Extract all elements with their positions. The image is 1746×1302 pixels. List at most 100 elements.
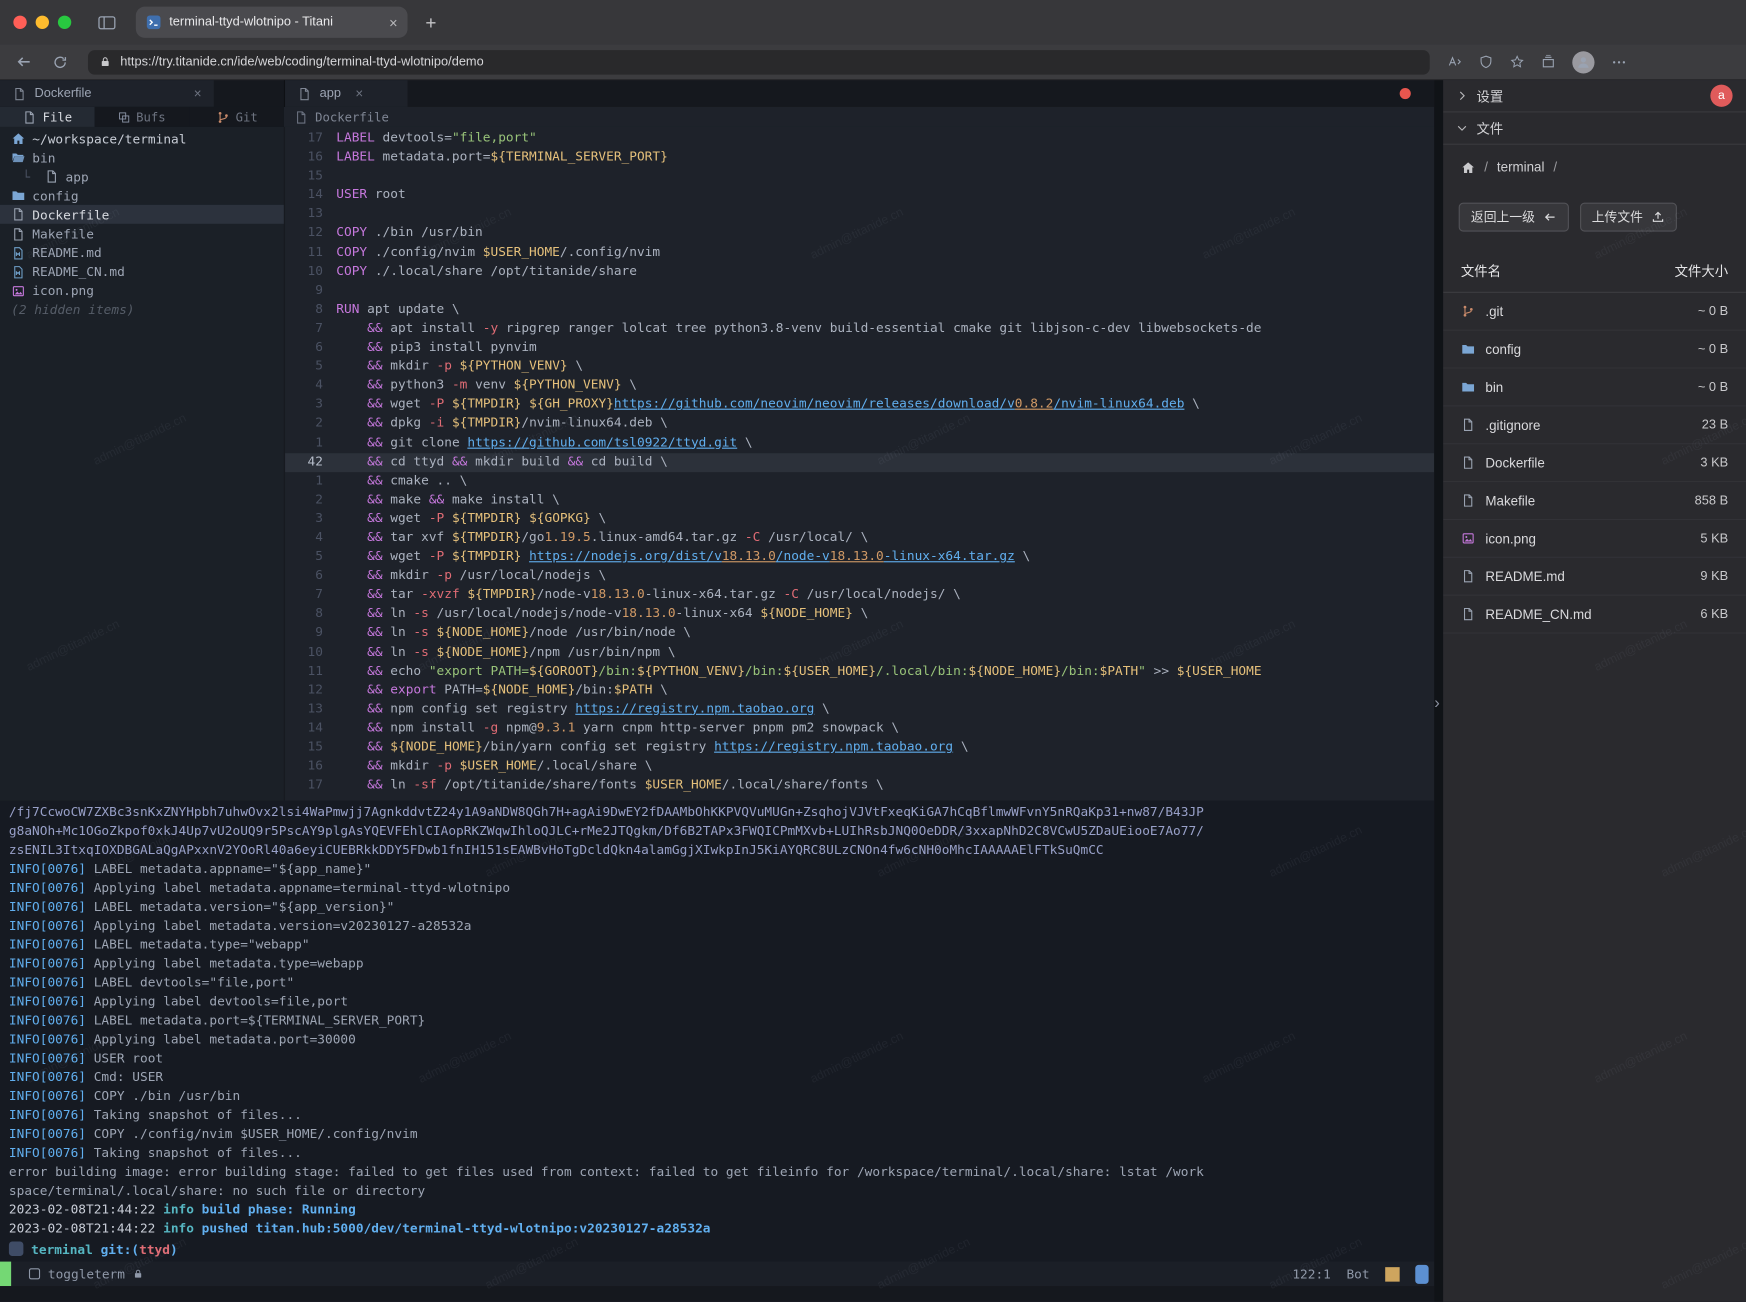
text-segment: /usr/local/nodejs \: [452, 567, 606, 583]
editor-line[interactable]: 14USER root: [285, 186, 1434, 205]
editor-line[interactable]: 7 && tar -xvzf ${TMPDIR}/node-v18.13.0-l…: [285, 586, 1434, 605]
editor-line[interactable]: 4 && tar xvf ${TMPDIR}/go1.19.5.linux-am…: [285, 529, 1434, 548]
tab-close-icon[interactable]: ×: [389, 15, 397, 29]
text-segment: [336, 453, 367, 469]
editor-line[interactable]: 1 && git clone https://github.com/tsl092…: [285, 434, 1434, 453]
editor-line[interactable]: 11COPY ./config/nvim $USER_HOME/.config/…: [285, 243, 1434, 262]
editor-line[interactable]: 12COPY ./bin /usr/bin: [285, 224, 1434, 243]
table-row[interactable]: .gitignore23 B: [1443, 406, 1746, 444]
table-row[interactable]: Makefile858 B: [1443, 482, 1746, 520]
editor-line[interactable]: 9 && ln -s ${NODE_HOME}/node /usr/bin/no…: [285, 624, 1434, 643]
breadcrumb-folder[interactable]: terminal: [1497, 159, 1545, 175]
editor-line[interactable]: 15: [285, 167, 1434, 186]
explorer-tab-file[interactable]: File: [0, 107, 95, 127]
editor-line[interactable]: 4 && python3 -m venv ${PYTHON_VENV} \: [285, 377, 1434, 396]
text-segment: pip3 install pynvim: [383, 339, 537, 355]
editor-line[interactable]: 5 && mkdir -p ${PYTHON_VENV} \: [285, 358, 1434, 377]
home-icon[interactable]: [1461, 160, 1475, 174]
tree-item[interactable]: Dockerfile: [0, 205, 284, 224]
upload-file-button[interactable]: 上传文件: [1579, 203, 1676, 232]
panel-divider[interactable]: ›: [1434, 80, 1443, 1302]
files-section-header[interactable]: 文件: [1443, 112, 1746, 144]
table-row[interactable]: .git~ 0 B: [1443, 293, 1746, 331]
tab-close-icon[interactable]: ×: [194, 86, 202, 102]
file-explorer[interactable]: ~/workspace/terminal bin└ appconfigDocke…: [0, 127, 284, 801]
editor-line[interactable]: 5 && wget -P ${TMPDIR} https://nodejs.or…: [285, 548, 1434, 567]
collections-icon[interactable]: [1541, 55, 1555, 69]
editor-line[interactable]: 14 && npm install -g npm@9.3.1 yarn cnpm…: [285, 719, 1434, 738]
editor-line[interactable]: 3 && wget -P ${TMPDIR} ${GOPKG} \: [285, 510, 1434, 529]
text-segment: [460, 586, 468, 602]
close-window-button[interactable]: [13, 16, 26, 29]
shield-icon[interactable]: [1479, 55, 1493, 69]
editor-line[interactable]: 6 && mkdir -p /usr/local/nodejs \: [285, 567, 1434, 586]
address-bar[interactable]: https://try.titanide.cn/ide/web/coding/t…: [88, 50, 1430, 74]
text-segment: INFO[0076]: [9, 1107, 86, 1123]
user-avatar[interactable]: a: [1710, 85, 1732, 107]
tab-close-icon[interactable]: ×: [355, 86, 363, 102]
tab-app[interactable]: app ×: [285, 80, 407, 107]
editor-line[interactable]: 2 && make && make install \: [285, 491, 1434, 510]
editor-line[interactable]: 13 && npm config set registry https://re…: [285, 700, 1434, 719]
tree-item[interactable]: Makefile: [0, 224, 284, 243]
tree-item[interactable]: config: [0, 186, 284, 205]
editor-line[interactable]: 2 && dpkg -i ${TMPDIR}/nvim-linux64.deb …: [285, 415, 1434, 434]
tree-item[interactable]: icon.png: [0, 281, 284, 300]
refresh-button[interactable]: [52, 54, 68, 70]
maximize-window-button[interactable]: [58, 16, 71, 29]
scroll-position: Bot: [1346, 1266, 1369, 1282]
sidebar-toggle-icon[interactable]: [98, 15, 116, 29]
minimize-window-button[interactable]: [36, 16, 49, 29]
line-text: COPY ./.local/share /opt/titanide/share: [336, 262, 1434, 281]
table-row[interactable]: bin~ 0 B: [1443, 369, 1746, 407]
editor-line[interactable]: 10COPY ./.local/share /opt/titanide/shar…: [285, 262, 1434, 281]
tab-dockerfile[interactable]: Dockerfile ×: [0, 80, 214, 107]
editor-line[interactable]: 3 && wget -P ${TMPDIR} ${GH_PROXY}https:…: [285, 396, 1434, 415]
settings-section-header[interactable]: 设置 a: [1443, 80, 1746, 112]
browser-profile-avatar[interactable]: [1572, 51, 1594, 73]
more-menu-icon[interactable]: [1611, 54, 1627, 70]
editor-line[interactable]: 7 && apt install -y ripgrep ranger lolca…: [285, 320, 1434, 339]
go-up-button[interactable]: 返回上一级: [1459, 203, 1569, 232]
tree-item[interactable]: README.md: [0, 243, 284, 262]
table-row[interactable]: README.md9 KB: [1443, 558, 1746, 596]
editor-line[interactable]: 13: [285, 205, 1434, 224]
explorer-root[interactable]: ~/workspace/terminal: [0, 129, 284, 148]
table-row[interactable]: icon.png5 KB: [1443, 520, 1746, 558]
back-button[interactable]: [16, 53, 33, 70]
tree-item[interactable]: (2 hidden items): [0, 300, 284, 319]
panel-toggle-handle[interactable]: ›: [1434, 695, 1440, 712]
terminal-prompt[interactable]: terminal git:(ttyd): [9, 1239, 1434, 1258]
editor-line[interactable]: 9: [285, 281, 1434, 300]
new-tab-button[interactable]: +: [425, 13, 436, 32]
editor-line[interactable]: 16 && mkdir -p $USER_HOME/.local/share \: [285, 757, 1434, 776]
editor-line[interactable]: 11 && echo "export PATH=${GOROOT}/bin:${…: [285, 662, 1434, 681]
browser-tab[interactable]: terminal-ttyd-wlotnipo - Titani ×: [136, 7, 408, 38]
editor-line[interactable]: 17LABEL devtools="file,port": [285, 129, 1434, 148]
tree-item[interactable]: bin: [0, 148, 284, 167]
tree-item[interactable]: README_CN.md: [0, 262, 284, 281]
editor-line[interactable]: 8 && ln -s /usr/local/nodejs/node-v18.13…: [285, 605, 1434, 624]
editor-close-dot[interactable]: [1400, 88, 1411, 99]
editor-line[interactable]: 16LABEL metadata.port=${TERMINAL_SERVER_…: [285, 148, 1434, 167]
editor-line[interactable]: 42 && cd ttyd && mkdir build && cd build…: [285, 453, 1434, 472]
text-segment: &&: [367, 719, 382, 735]
explorer-tab-git[interactable]: Git: [189, 107, 284, 127]
line-text: && apt install -y ripgrep ranger lolcat …: [336, 320, 1434, 339]
editor-line[interactable]: 10 && ln -s ${NODE_HOME}/npm /usr/bin/np…: [285, 643, 1434, 662]
read-aloud-icon[interactable]: [1448, 55, 1462, 69]
table-row[interactable]: Dockerfile3 KB: [1443, 444, 1746, 482]
editor-line[interactable]: 8RUN apt update \: [285, 300, 1434, 319]
editor-line[interactable]: 17 && ln -sf /opt/titanide/share/fonts $…: [285, 776, 1434, 795]
table-row[interactable]: config~ 0 B: [1443, 331, 1746, 369]
editor-line[interactable]: 12 && export PATH=${NODE_HOME}/bin:$PATH…: [285, 681, 1434, 700]
tree-item[interactable]: └ app: [0, 167, 284, 186]
editor-line[interactable]: 15 && ${NODE_HOME}/bin/yarn config set r…: [285, 738, 1434, 757]
favorites-star-icon[interactable]: [1510, 55, 1524, 69]
editor-line[interactable]: 6 && pip3 install pynvim: [285, 339, 1434, 358]
code-editor[interactable]: 17LABEL devtools="file,port"16LABEL meta…: [284, 127, 1434, 801]
terminal-output[interactable]: /fj7CcwoCW7ZXBc3snKxZNYHpbh7uhwOvx2lsi4W…: [0, 801, 1434, 1262]
explorer-tab-bufs[interactable]: Bufs: [95, 107, 190, 127]
table-row[interactable]: README_CN.md6 KB: [1443, 596, 1746, 634]
editor-line[interactable]: 1 && cmake .. \: [285, 472, 1434, 491]
